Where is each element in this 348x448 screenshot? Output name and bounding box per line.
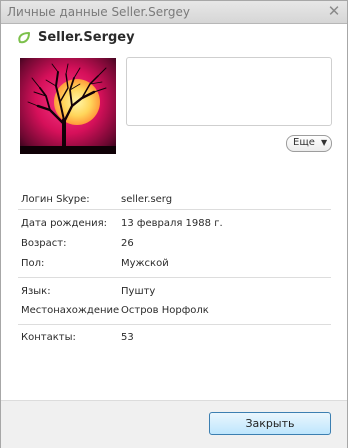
avatar-image xyxy=(20,58,116,154)
birth-date-value: 13 февраля 1988 г. xyxy=(121,218,223,229)
location-label: Местонахождение xyxy=(21,305,120,316)
online-status-icon xyxy=(18,32,30,44)
window-title: Личные данные Seller.Sergey xyxy=(7,5,190,19)
age-label: Возраст: xyxy=(21,238,67,249)
gender-label: Пол: xyxy=(21,258,45,269)
close-button[interactable]: Закрыть xyxy=(209,412,331,435)
divider xyxy=(18,209,331,210)
skype-login-label: Логин Skype: xyxy=(21,194,90,205)
more-button-label: Еще xyxy=(293,137,315,148)
display-name: Seller.Sergey xyxy=(38,30,135,45)
divider xyxy=(18,324,331,325)
location-value: Остров Норфолк xyxy=(121,305,209,316)
skype-login-value: seller.serg xyxy=(121,194,173,205)
gender-value: Мужской xyxy=(121,258,169,269)
avatar[interactable] xyxy=(20,58,116,154)
dialog-footer: Закрыть xyxy=(1,400,347,448)
chevron-down-icon: ▼ xyxy=(321,138,328,147)
mood-message-field[interactable] xyxy=(126,57,332,126)
title-bar: Личные данные Seller.Sergey ✕ xyxy=(1,1,347,24)
close-icon[interactable]: ✕ xyxy=(326,4,342,19)
contacts-label: Контакты: xyxy=(21,332,76,343)
language-value: Пушту xyxy=(121,286,156,297)
birth-date-label: Дата рождения: xyxy=(21,218,108,229)
more-button[interactable]: Еще ▼ xyxy=(286,135,332,152)
language-label: Язык: xyxy=(21,286,51,297)
profile-window: Личные данные Seller.Sergey ✕ Seller.Ser… xyxy=(0,0,348,448)
divider xyxy=(18,277,331,278)
age-value: 26 xyxy=(121,238,134,249)
contacts-value[interactable]: 53 xyxy=(121,332,134,343)
